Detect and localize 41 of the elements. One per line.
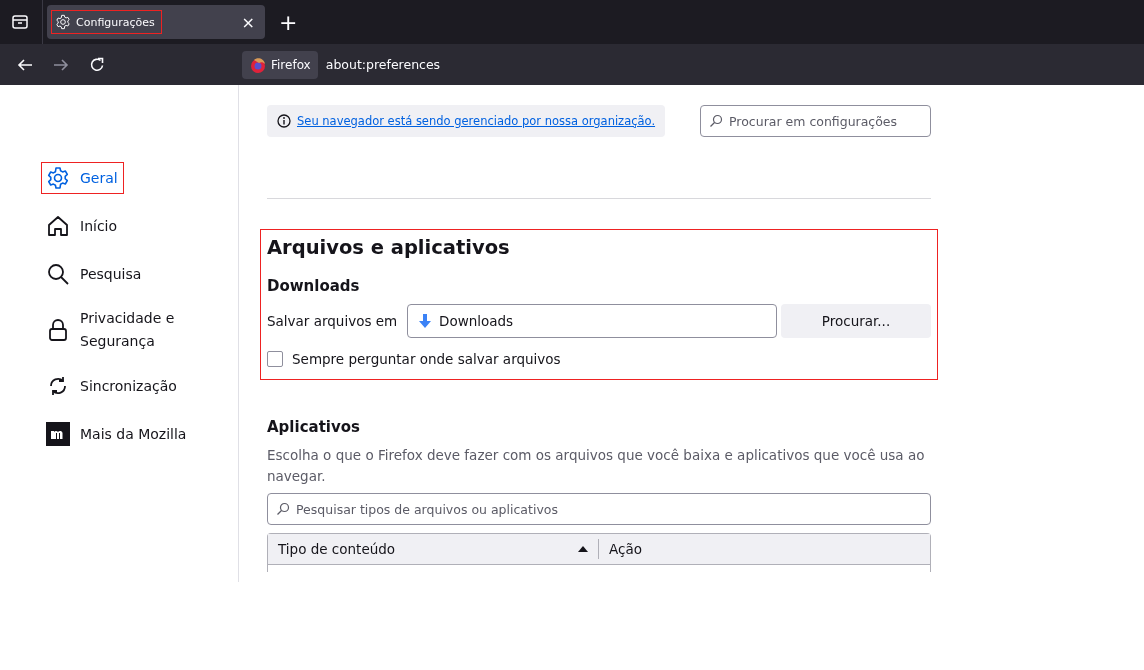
column-header[interactable]: Ação <box>599 541 652 557</box>
identity-label: Firefox <box>271 57 311 72</box>
home-icon <box>46 214 70 238</box>
new-tab-button[interactable]: + <box>279 9 298 35</box>
close-tab-button[interactable]: × <box>235 12 261 32</box>
checkbox[interactable] <box>267 351 283 367</box>
identity-badge[interactable]: Firefox <box>242 50 318 79</box>
lock-icon <box>46 318 70 342</box>
sidebar-item[interactable]: Pesquisa <box>41 258 231 290</box>
sidebar-item[interactable]: Início <box>41 210 231 242</box>
fox-logo-icon <box>249 55 267 74</box>
reload-icon[interactable] <box>88 55 106 74</box>
folder-field[interactable]: Downloads <box>407 304 777 338</box>
policy-link[interactable]: Seu navegador está sendo gerenciado por nossa organização. <box>297 113 656 128</box>
search-icon <box>709 114 723 128</box>
description-text: Escolha o que o Firefox deve fazer com os arquivos que você baixa e aplicativos que você usa ao navegar. <box>267 446 926 486</box>
browser-tab[interactable]: Configurações × <box>47 5 265 39</box>
subsection-title: Aplicativos <box>267 418 361 436</box>
gear-icon <box>55 14 71 30</box>
search-field[interactable]: Pesquisar tipos de arquivos ou aplicativos <box>267 493 931 525</box>
search-icon <box>276 502 290 516</box>
checkbox-label: Sempre perguntar onde salvar arquivos <box>292 351 561 367</box>
section-title: Arquivos e aplicativos <box>267 236 511 259</box>
tab-title: Configurações <box>76 15 155 29</box>
sort-arrow-icon <box>578 546 588 552</box>
info-icon <box>277 113 291 128</box>
search-icon <box>46 262 70 286</box>
sidebar-item[interactable]: Mais da Mozilla <box>41 418 231 450</box>
sidebar-item[interactable]: Geral <box>41 162 124 194</box>
tray-icon[interactable] <box>11 13 29 31</box>
sidebar-item[interactable]: Privacidade e Segurança <box>41 306 201 354</box>
browse-button[interactable]: Procurar... <box>781 304 931 338</box>
gear-icon <box>46 166 70 190</box>
url-text[interactable]: about:preferences <box>325 57 441 72</box>
sidebar-item[interactable]: Sincronização <box>41 370 231 402</box>
download-arrow-icon <box>417 313 433 329</box>
subsection-title: Downloads <box>267 277 361 295</box>
search-field[interactable]: Procurar em configurações <box>700 105 931 137</box>
m-logo-icon <box>46 422 70 446</box>
save-label: Salvar arquivos em <box>267 313 399 329</box>
column-header[interactable]: Tipo de conteúdo <box>268 539 599 559</box>
